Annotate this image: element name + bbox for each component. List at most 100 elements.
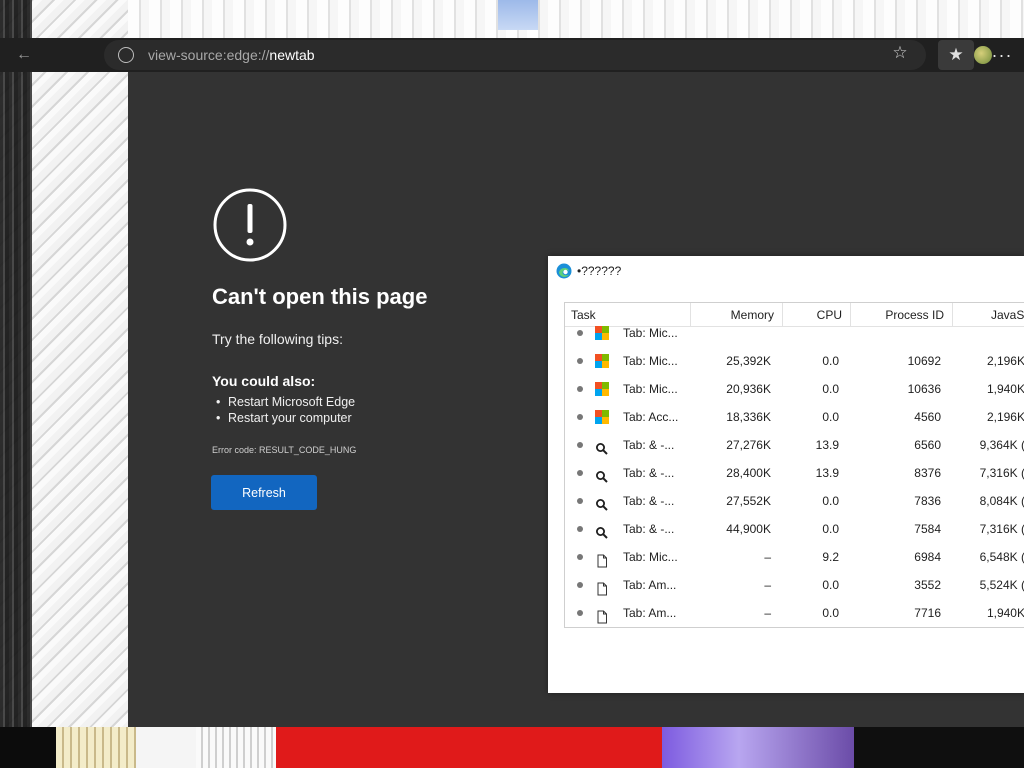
microsoft-logo-icon — [595, 354, 609, 368]
table-row[interactable]: Tab: Mic... 20,936K 0.0 10636 1,940K — [565, 375, 1024, 403]
process-id-value: 7836 — [914, 494, 941, 508]
task-name: Tab: Am... — [623, 606, 677, 620]
cpu-value: 13.9 — [815, 466, 839, 480]
task-name: Tab: Acc... — [623, 410, 679, 424]
site-info-icon[interactable] — [118, 47, 134, 63]
more-dots-icon[interactable]: ··· — [990, 42, 1014, 68]
document-icon — [595, 578, 609, 596]
memory-value: 25,392K — [726, 354, 771, 368]
cpu-value: 0.0 — [822, 522, 839, 536]
memory-value: – — [764, 606, 771, 620]
exclamation-circle-icon — [213, 188, 287, 262]
task-name: Tab: Mic... — [623, 354, 678, 368]
cpu-value: 0.0 — [822, 410, 839, 424]
memory-value: 27,552K — [726, 494, 771, 508]
process-table: Task Memory CPU Process ID JavaSc Tab: M… — [564, 302, 1024, 628]
desktop-background-top — [128, 0, 1024, 38]
refresh-button[interactable]: Refresh — [211, 475, 317, 510]
search-icon — [595, 494, 609, 511]
table-row[interactable]: Tab: Am... – 0.0 7716 1,940K — [565, 599, 1024, 627]
status-dot-icon — [577, 554, 583, 560]
table-row[interactable]: Tab: & -... 27,276K 13.9 6560 9,364K ( — [565, 431, 1024, 459]
javascript-memory-value: 6,548K ( — [979, 550, 1024, 564]
javascript-memory-value: 7,316K ( — [979, 466, 1024, 480]
status-dot-icon — [577, 358, 583, 364]
process-id-value: 10636 — [907, 382, 941, 396]
process-id-value: 10692 — [907, 354, 941, 368]
status-dot-icon — [577, 442, 583, 448]
desktop-background-bottom — [0, 727, 1024, 768]
microsoft-logo-icon — [595, 410, 609, 424]
process-id-value: 6560 — [914, 438, 941, 452]
status-dot-icon — [577, 526, 583, 532]
browser-toolbar: ← view-source:edge://newtab ☆ ★ ··· — [0, 38, 1024, 72]
memory-value: 20,936K — [726, 382, 771, 396]
address-url[interactable]: view-source:edge://newtab — [148, 47, 315, 63]
star-icon[interactable]: ☆ — [890, 43, 910, 63]
memory-value: – — [764, 550, 771, 564]
cpu-value: 13.9 — [815, 438, 839, 452]
table-row[interactable]: Tab: Mic... 25,392K 0.0 10692 2,196K — [565, 347, 1024, 375]
table-row[interactable]: Tab: & -... 28,400K 13.9 8376 7,316K ( — [565, 459, 1024, 487]
process-id-value: 3552 — [914, 578, 941, 592]
tips-text: Try the following tips: — [212, 331, 343, 347]
task-name: Tab: Mic... — [623, 550, 678, 564]
cpu-value: 9.2 — [822, 550, 839, 564]
table-row[interactable]: Tab: Am... – 0.0 3552 5,524K ( — [565, 571, 1024, 599]
javascript-memory-value: 2,196K — [986, 354, 1024, 368]
table-row[interactable]: Tab: Acc... 18,336K 0.0 4560 2,196K — [565, 403, 1024, 431]
url-prefix: view-source:edge:// — [148, 47, 270, 63]
status-dot-icon — [577, 470, 583, 476]
suggestion-item: Restart your computer — [216, 410, 355, 426]
table-body: Tab: Mic... Tab: Mic... 25,392K 0.0 10692 2,1… — [565, 326, 1024, 627]
javascript-memory-value: 8,084K ( — [979, 494, 1024, 508]
back-arrow-icon[interactable]: ← — [14, 45, 34, 65]
address-bar[interactable]: view-source:edge://newtab — [104, 40, 926, 70]
url-host: newtab — [269, 47, 315, 63]
javascript-memory-value: 1,940K — [986, 382, 1024, 396]
javascript-memory-value: 5,524K ( — [979, 578, 1024, 592]
task-name: Tab: & -... — [623, 494, 675, 508]
table-row[interactable]: Tab: Mic... — [565, 319, 1024, 347]
suggestion-item: Restart Microsoft Edge — [216, 394, 355, 410]
javascript-memory-value: 9,364K ( — [979, 438, 1024, 452]
cpu-value: 0.0 — [822, 494, 839, 508]
favorites-list-icon[interactable]: ★ — [938, 40, 974, 70]
process-id-value: 8376 — [914, 466, 941, 480]
table-row[interactable]: Tab: & -... 44,900K 0.0 7584 7,316K ( — [565, 515, 1024, 543]
task-name: Tab: & -... — [623, 438, 675, 452]
desktop-fragment — [498, 0, 538, 30]
status-dot-icon — [577, 582, 583, 588]
javascript-memory-value: 1,940K — [986, 606, 1024, 620]
page-title: Can't open this page — [212, 284, 428, 309]
task-name: Tab: & -... — [623, 466, 675, 480]
suggestions-list: Restart Microsoft Edge Restart your comp… — [216, 394, 355, 426]
status-dot-icon — [577, 330, 583, 336]
search-icon — [595, 466, 609, 483]
document-icon — [595, 550, 609, 568]
process-id-value: 7716 — [914, 606, 941, 620]
error-code: Error code: RESULT_CODE_HUNG — [212, 445, 357, 455]
task-name: Tab: Mic... — [623, 382, 678, 396]
task-name: Tab: Mic... — [623, 326, 678, 340]
memory-value: 28,400K — [726, 466, 771, 480]
status-dot-icon — [577, 498, 583, 504]
table-row[interactable]: Tab: Mic... – 9.2 6984 6,548K ( — [565, 543, 1024, 571]
microsoft-logo-icon — [595, 326, 609, 340]
search-icon — [595, 438, 609, 455]
memory-value: 27,276K — [726, 438, 771, 452]
javascript-memory-value: 2,196K — [986, 410, 1024, 424]
edge-logo-icon — [556, 263, 572, 279]
microsoft-logo-icon — [595, 382, 609, 396]
process-id-value: 7584 — [914, 522, 941, 536]
task-manager-window: •?????? Task Memory CPU Process ID JavaS… — [548, 256, 1024, 693]
task-manager-titlebar[interactable]: •?????? — [548, 256, 1024, 286]
task-name: Tab: & -... — [623, 522, 675, 536]
memory-value: 18,336K — [726, 410, 771, 424]
table-row[interactable]: Tab: & -... 27,552K 0.0 7836 8,084K ( — [565, 487, 1024, 515]
status-dot-icon — [577, 610, 583, 616]
task-manager-title: •?????? — [577, 264, 622, 278]
status-dot-icon — [577, 386, 583, 392]
search-icon — [595, 522, 609, 539]
status-dot-icon — [577, 414, 583, 420]
